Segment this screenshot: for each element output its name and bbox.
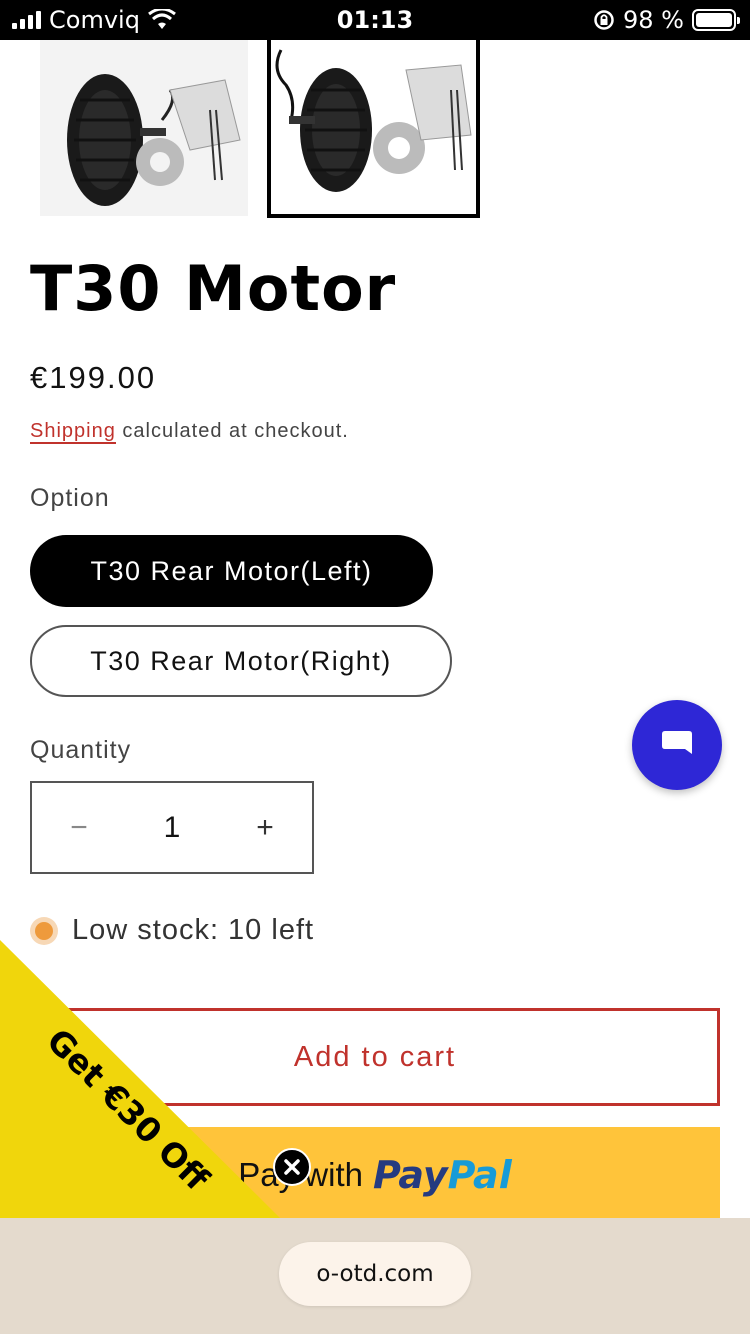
- increase-quantity-button[interactable]: +: [218, 783, 312, 872]
- shipping-note-text: calculated at checkout.: [115, 420, 349, 442]
- paypal-logo: PayPal: [372, 1152, 512, 1197]
- motor-wheel-image: [67, 74, 241, 206]
- option-rear-motor-right[interactable]: T30 Rear Motor(Right): [30, 625, 452, 697]
- chat-icon: [662, 731, 692, 754]
- stock-text: Low stock: 10 left: [72, 914, 315, 946]
- battery-icon: [692, 9, 740, 31]
- option-label: Option: [30, 484, 110, 512]
- decrease-quantity-button[interactable]: −: [32, 783, 126, 872]
- stock-dot-icon: [30, 916, 58, 945]
- shipping-note: Shipping calculated at checkout.: [30, 420, 349, 444]
- product-price: €199.00: [30, 360, 157, 395]
- close-promo-button[interactable]: [273, 1148, 311, 1186]
- product-thumbnail-2-selected[interactable]: [267, 40, 480, 218]
- stock-status: Low stock: 10 left: [30, 914, 314, 947]
- motor-wheel-image: [275, 49, 472, 192]
- product-thumbnail-1[interactable]: [40, 40, 248, 216]
- orientation-lock-icon: [594, 10, 614, 30]
- status-bar: Comviq 01:13 98 %: [0, 0, 750, 40]
- quantity-stepper: − 1 +: [30, 781, 314, 874]
- close-icon: [284, 1159, 300, 1175]
- option-rear-motor-left[interactable]: T30 Rear Motor(Left): [30, 535, 433, 607]
- status-bar-right: 98 %: [593, 6, 740, 34]
- battery-percent: 98 %: [623, 6, 684, 34]
- quantity-input[interactable]: 1: [126, 811, 218, 845]
- shipping-link[interactable]: Shipping: [30, 420, 116, 444]
- address-bar[interactable]: o-otd.com: [279, 1242, 471, 1306]
- chat-button[interactable]: [632, 700, 722, 790]
- quantity-label: Quantity: [30, 736, 132, 764]
- product-title: T30 Motor: [30, 252, 397, 325]
